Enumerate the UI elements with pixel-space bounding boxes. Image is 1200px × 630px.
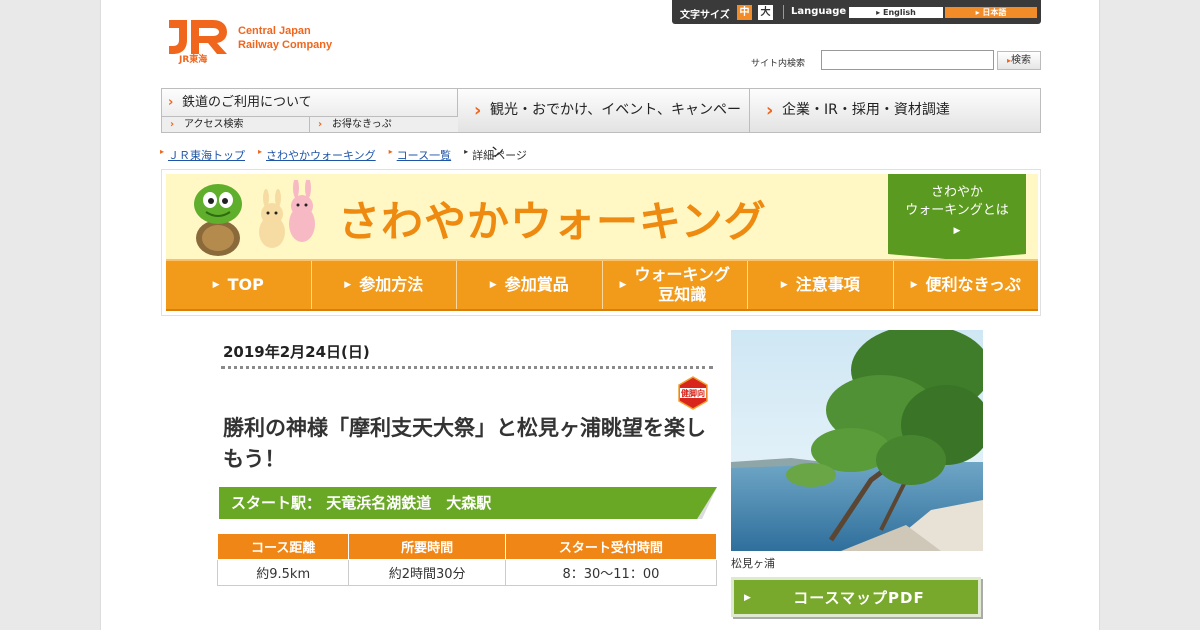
chevron-right-icon: › xyxy=(170,119,175,130)
about-walking-line2: ウォーキングとは xyxy=(905,203,1009,218)
subnav-top-label: TOP xyxy=(227,275,264,294)
site-search-input[interactable] xyxy=(821,50,994,70)
course-map-pdf-button[interactable]: ▶ コースマップPDF xyxy=(731,577,983,619)
page: JR東海 Central Japan Railway Company 文字サイズ… xyxy=(100,0,1100,630)
start-station: スタート駅： 天竜浜名湖鉄道 大森駅 xyxy=(231,494,492,512)
gnav-corporate[interactable]: › 企業・IR・採用・資材調達 xyxy=(750,89,1040,132)
course-date: 2019年2月24日(日) xyxy=(223,343,370,361)
font-size-label: 文字サイズ xyxy=(680,10,730,21)
gnav-discount-tickets-label: お得なきっぷ xyxy=(332,119,392,130)
table-row: 約9.5km 約2時間30分 8：30～11：00 xyxy=(216,559,718,586)
chevron-right-icon: › xyxy=(766,100,774,121)
jr-central-logo[interactable]: JR東海 Central Japan Railway Company xyxy=(165,16,355,65)
search-button-label: 検索 xyxy=(1011,55,1031,66)
triangle-right-icon: ▶ xyxy=(344,280,352,290)
table-header-row: コース距離 所要時間 スタート受付時間 xyxy=(216,533,718,560)
photo-caption: 松見ヶ浦 xyxy=(731,557,775,570)
about-walking-line1: さわやか xyxy=(930,185,983,200)
gnav-tourism-label: 観光・おでかけ、イベント、キャンペーン xyxy=(490,102,742,161)
subnav-useful-tickets[interactable]: ▶ 便利なきっぷ xyxy=(894,261,1039,309)
subnav-how-to-join[interactable]: ▶ 参加方法 xyxy=(312,261,457,309)
company-name-line2: Railway Company xyxy=(238,39,333,51)
course-info-table: コース距離 所要時間 スタート受付時間 約9.5km 約2時間30分 8：30～… xyxy=(216,533,718,586)
subnav-prizes-label: 参加賞品 xyxy=(504,275,569,294)
font-size-large-button[interactable]: 大 xyxy=(758,5,773,20)
walking-title: さわやかウォーキング xyxy=(338,197,767,246)
gnav-corporate-label: 企業・IR・採用・資材調達 xyxy=(782,102,950,118)
subnav-walking-tips[interactable]: ▶ ウォーキング 豆知識 xyxy=(603,261,748,309)
subnav-walking-tips-label: ウォーキング 豆知識 xyxy=(634,265,730,304)
chevron-right-icon: › xyxy=(318,119,323,130)
breadcrumb-current: 詳細ページ xyxy=(464,147,527,163)
mascot-illustration xyxy=(194,180,315,256)
breadcrumb-walking[interactable]: さわやかウォーキング xyxy=(258,147,376,163)
language-english-button[interactable]: ▸ English xyxy=(849,7,943,18)
breadcrumb-jr-top[interactable]: ＪＲ東海トップ xyxy=(160,147,245,163)
pdf-button-body: ▶ コースマップPDF xyxy=(731,577,981,617)
triangle-right-icon: ▶ xyxy=(619,280,627,290)
triangle-right-icon: ▶ xyxy=(212,280,220,290)
language-japanese-label: 日本語 xyxy=(982,8,1007,17)
start-station-bar: スタート駅： 天竜浜名湖鉄道 大森駅 xyxy=(219,487,717,519)
course-title: 勝利の神様「摩利支天大祭」と松見ヶ浦眺望を楽しもう！ xyxy=(223,416,706,471)
chevron-right-icon: › xyxy=(474,100,482,121)
gnav-access-search-label: アクセス検索 xyxy=(184,119,244,130)
value-start-time: 8：30～11：00 xyxy=(504,559,718,586)
value-distance: 約9.5km xyxy=(216,559,350,586)
course-photo xyxy=(731,330,983,551)
triangle-right-icon: ▶ xyxy=(910,280,918,290)
gnav-railway-group: › 鉄道のご利用について › アクセス検索 › お得なきっぷ xyxy=(162,89,458,132)
walking-sub-nav: ▶ TOP ▶ 参加方法 ▶ 参加賞品 ▶ ウォーキング 豆知識 ▶ 注意事項 ▶ 便利なき… xyxy=(166,259,1038,311)
about-walking-button[interactable]: さわやか ウォーキングとは ▶ xyxy=(888,174,1026,254)
pdf-button-label: コースマップPDF xyxy=(793,589,925,607)
header-duration: 所要時間 xyxy=(348,533,506,560)
gnav-railway-usage-label: 鉄道のご利用について xyxy=(182,95,312,110)
search-button[interactable]: ▸検索 xyxy=(997,51,1041,70)
triangle-right-icon: ▶ xyxy=(489,280,497,290)
subnav-precautions-label: 注意事項 xyxy=(795,275,860,294)
gnav-discount-tickets[interactable]: › お得なきっぷ xyxy=(310,116,458,132)
logo-sub-text: JR東海 xyxy=(179,55,208,65)
subnav-top[interactable]: ▶ TOP xyxy=(166,261,312,309)
gnav-access-search[interactable]: › アクセス検索 xyxy=(162,116,310,132)
value-duration: 約2時間30分 xyxy=(348,559,506,586)
toolbar-divider xyxy=(783,5,784,19)
subnav-useful-tickets-label: 便利なきっぷ xyxy=(925,275,1021,294)
font-size-medium-button[interactable]: 中 xyxy=(737,5,752,20)
chevron-right-icon: › xyxy=(168,95,174,110)
subnav-precautions[interactable]: ▶ 注意事項 xyxy=(748,261,894,309)
company-name: Central Japan Railway Company xyxy=(238,24,332,52)
global-nav: › 鉄道のご利用について › アクセス検索 › お得なきっぷ › 観光・おでかけ… xyxy=(161,88,1041,161)
breadcrumb: ＪＲ東海トップ さわやかウォーキング コース一覧 詳細ページ xyxy=(160,147,527,163)
language-english-label: English xyxy=(882,8,916,17)
difficulty-badge-label: 健脚向 xyxy=(681,388,705,398)
dotted-divider xyxy=(221,366,713,369)
language-label: Language xyxy=(791,6,847,17)
banner-header: さわやかウォーキング さわやか ウォーキングとは ▶ xyxy=(166,174,1038,260)
walking-banner: さわやかウォーキング さわやか ウォーキングとは ▶ ▶ TOP ▶ 参加方法 ▶ 参… xyxy=(161,169,1041,316)
subnav-prizes[interactable]: ▶ 参加賞品 xyxy=(457,261,603,309)
header-start-time: スタート受付時間 xyxy=(504,533,718,560)
breadcrumb-course-list[interactable]: コース一覧 xyxy=(389,147,451,163)
utility-toolbar: 文字サイズ 中 大 Language ▸ English ▸ 日本語 xyxy=(672,0,1041,24)
triangle-right-icon: ▶ xyxy=(953,226,961,236)
difficulty-badge: 健脚向 xyxy=(678,376,708,410)
language-japanese-button[interactable]: ▸ 日本語 xyxy=(945,7,1037,18)
triangle-right-icon: ▶ xyxy=(780,280,788,290)
header-distance: コース距離 xyxy=(216,533,350,560)
search-label: サイト内検索 xyxy=(751,59,806,69)
company-name-line1: Central Japan xyxy=(238,25,311,37)
subnav-how-to-join-label: 参加方法 xyxy=(359,275,424,294)
gnav-railway-usage[interactable]: › 鉄道のご利用について xyxy=(162,89,458,116)
gnav-tourism[interactable]: › 観光・おでかけ、イベント、キャンペーン xyxy=(458,89,750,161)
